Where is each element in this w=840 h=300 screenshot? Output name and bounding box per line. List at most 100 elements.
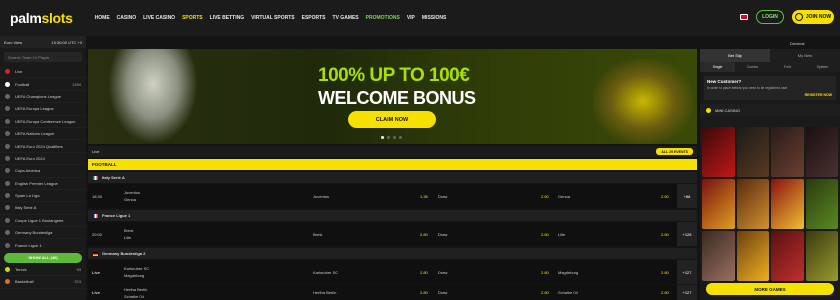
- odd-label-draw[interactable]: Draw: [438, 194, 447, 199]
- odd-home[interactable]: 2.80: [420, 270, 428, 275]
- odd-label-away[interactable]: Genoa: [558, 194, 570, 199]
- sidebar-item-league[interactable]: UEFA Nations League: [0, 128, 86, 141]
- carousel-dot[interactable]: [393, 136, 396, 139]
- match-row[interactable]: 20:00 Brest Lille Brest 2.80 Draw 2.80 L…: [88, 222, 697, 246]
- game-tile[interactable]: [702, 179, 735, 229]
- sidebar-item-league[interactable]: English Premier League: [0, 178, 86, 190]
- all-events-button[interactable]: ALL 29 EVENTS: [656, 148, 693, 155]
- odd-label-draw[interactable]: Draw: [438, 232, 447, 237]
- sidebar-item-league[interactable]: Germany Bundesliga: [0, 227, 86, 240]
- odd-away[interactable]: 2.80: [661, 290, 669, 295]
- odd-draw[interactable]: 2.80: [541, 270, 549, 275]
- view-selector[interactable]: Euro View: [4, 40, 22, 45]
- game-tile[interactable]: [771, 231, 804, 281]
- odd-label-home[interactable]: Brest: [313, 232, 322, 237]
- game-tile[interactable]: [805, 127, 838, 177]
- sidebar-item-league[interactable]: Spain La Liga: [0, 190, 86, 203]
- odd-label-away[interactable]: Magdeburg: [558, 270, 578, 275]
- odd-home[interactable]: 1.36: [420, 194, 428, 199]
- odd-draw[interactable]: 2.60: [541, 194, 549, 199]
- tab-single[interactable]: Single: [700, 62, 735, 72]
- league-header[interactable]: France Ligue 1: [88, 210, 697, 221]
- more-markets-button[interactable]: +128: [677, 222, 697, 246]
- sidebar-item-league[interactable]: Coupe Ligue 1 Boulangerie: [0, 215, 86, 228]
- nav-tv-games[interactable]: TV GAMES: [333, 15, 359, 21]
- game-tile[interactable]: [771, 179, 804, 229]
- login-button[interactable]: LOGIN: [756, 10, 784, 24]
- nav-vip[interactable]: VIP: [407, 15, 415, 21]
- more-markets-button[interactable]: +127: [677, 285, 697, 300]
- odd-label-home[interactable]: Juventus: [313, 194, 329, 199]
- match-row[interactable]: Live Hertha Berlin Schalke 04 Hertha Ber…: [88, 285, 697, 300]
- nav-live-casino[interactable]: LIVE CASINO: [143, 15, 175, 21]
- odds-format-selector[interactable]: Decimal: [700, 38, 840, 48]
- nav-esports[interactable]: ESPORTS: [302, 15, 326, 21]
- promo-banner[interactable]: 100% UP TO 100€ WELCOME BONUS CLAIM NOW: [88, 49, 697, 144]
- carousel-dot[interactable]: [399, 136, 402, 139]
- sidebar-item-league[interactable]: UEFA Europa League: [0, 103, 86, 116]
- game-tile[interactable]: [736, 179, 769, 229]
- nav-home[interactable]: HOME: [95, 15, 110, 21]
- game-tile[interactable]: [771, 127, 804, 177]
- nav-missions[interactable]: MISSIONS: [422, 15, 446, 21]
- game-tile[interactable]: [702, 127, 735, 177]
- game-tile[interactable]: [736, 231, 769, 281]
- nav-casino[interactable]: CASINO: [117, 15, 136, 21]
- sidebar-item-league[interactable]: UEFA Euro 2024 Qualifiers: [0, 140, 86, 153]
- odd-draw[interactable]: 2.80: [541, 290, 549, 295]
- odd-away[interactable]: 2.60: [661, 194, 669, 199]
- match-row[interactable]: Live Karlsruher SC Magdeburg Karlsruher …: [88, 260, 697, 284]
- show-all-button[interactable]: SHOW ALL (40): [4, 252, 82, 263]
- sidebar-item-basketball[interactable]: Basketball 374: [0, 276, 86, 289]
- league-header[interactable]: Italy Serie A: [88, 172, 697, 183]
- match-row[interactable]: 18:30 Juventus Genoa Juventus 1.36 Draw …: [88, 184, 697, 208]
- more-markets-button[interactable]: +127: [677, 260, 697, 284]
- game-tile[interactable]: [805, 179, 838, 229]
- odd-label-away[interactable]: Schalke 04: [558, 290, 578, 295]
- nav-promotions[interactable]: PROMOTIONS: [366, 15, 400, 21]
- odd-label-draw[interactable]: Draw: [438, 290, 447, 295]
- sidebar-item-league[interactable]: Copa America: [0, 165, 86, 178]
- sidebar-item-league[interactable]: UEFA Europa Conference League: [0, 116, 86, 128]
- language-flag-icon[interactable]: [740, 14, 748, 20]
- nav-virtual-sports[interactable]: VIRTUAL SPORTS: [251, 15, 295, 21]
- carousel-dot[interactable]: [381, 136, 384, 139]
- nav-live-betting[interactable]: LIVE BETTING: [210, 15, 244, 21]
- odd-label-draw[interactable]: Draw: [438, 270, 447, 275]
- sidebar-item-league[interactable]: France Ligue 1: [0, 239, 86, 252]
- odd-draw[interactable]: 2.80: [541, 232, 549, 237]
- carousel-dot[interactable]: [387, 136, 390, 139]
- tab-combo[interactable]: Combo: [735, 62, 770, 72]
- odd-home[interactable]: 2.80: [420, 290, 428, 295]
- tab-bet-slip[interactable]: Bet Slip: [700, 49, 770, 62]
- sidebar-item-league[interactable]: Italy Serie A: [0, 202, 86, 215]
- register-now-link[interactable]: REGISTER NOW: [805, 93, 832, 97]
- nav-sports[interactable]: SPORTS: [182, 15, 203, 21]
- game-tile[interactable]: [805, 231, 838, 281]
- odd-away[interactable]: 2.80: [661, 270, 669, 275]
- odd-label-home[interactable]: Karlsruher SC: [313, 270, 338, 275]
- more-markets-button[interactable]: +88: [677, 184, 697, 208]
- join-now-button[interactable]: JOIN NOW: [792, 10, 834, 24]
- site-logo[interactable]: palmslots: [10, 10, 73, 26]
- sidebar-item-live[interactable]: Live: [0, 66, 86, 79]
- tab-system[interactable]: System: [805, 62, 840, 72]
- game-tile[interactable]: [736, 127, 769, 177]
- odd-label-home[interactable]: Hertha Berlin: [313, 290, 336, 295]
- tab-fold[interactable]: Fold: [770, 62, 805, 72]
- sport-header[interactable]: FOOTBALL: [88, 159, 697, 170]
- search-input[interactable]: Search Team Or Player: [4, 52, 82, 62]
- sidebar-item-league[interactable]: UEFA Euro 2024: [0, 153, 86, 166]
- tab-my-bets[interactable]: My Bets: [770, 49, 840, 62]
- claim-now-button[interactable]: CLAIM NOW: [348, 111, 436, 128]
- mini-casino-header[interactable]: MINI CASINO: [700, 104, 840, 116]
- odd-home[interactable]: 2.80: [420, 232, 428, 237]
- carousel-dots[interactable]: [381, 136, 402, 139]
- odd-label-away[interactable]: Lille: [558, 232, 565, 237]
- sidebar-item-tennis[interactable]: Tennis 93: [0, 264, 86, 277]
- more-games-button[interactable]: MORE GAMES: [706, 283, 834, 295]
- sidebar-item-football[interactable]: Football 1294: [0, 78, 86, 91]
- league-header[interactable]: Germany Bundesliga 2: [88, 248, 697, 259]
- odd-away[interactable]: 2.80: [661, 232, 669, 237]
- game-tile[interactable]: [702, 231, 735, 281]
